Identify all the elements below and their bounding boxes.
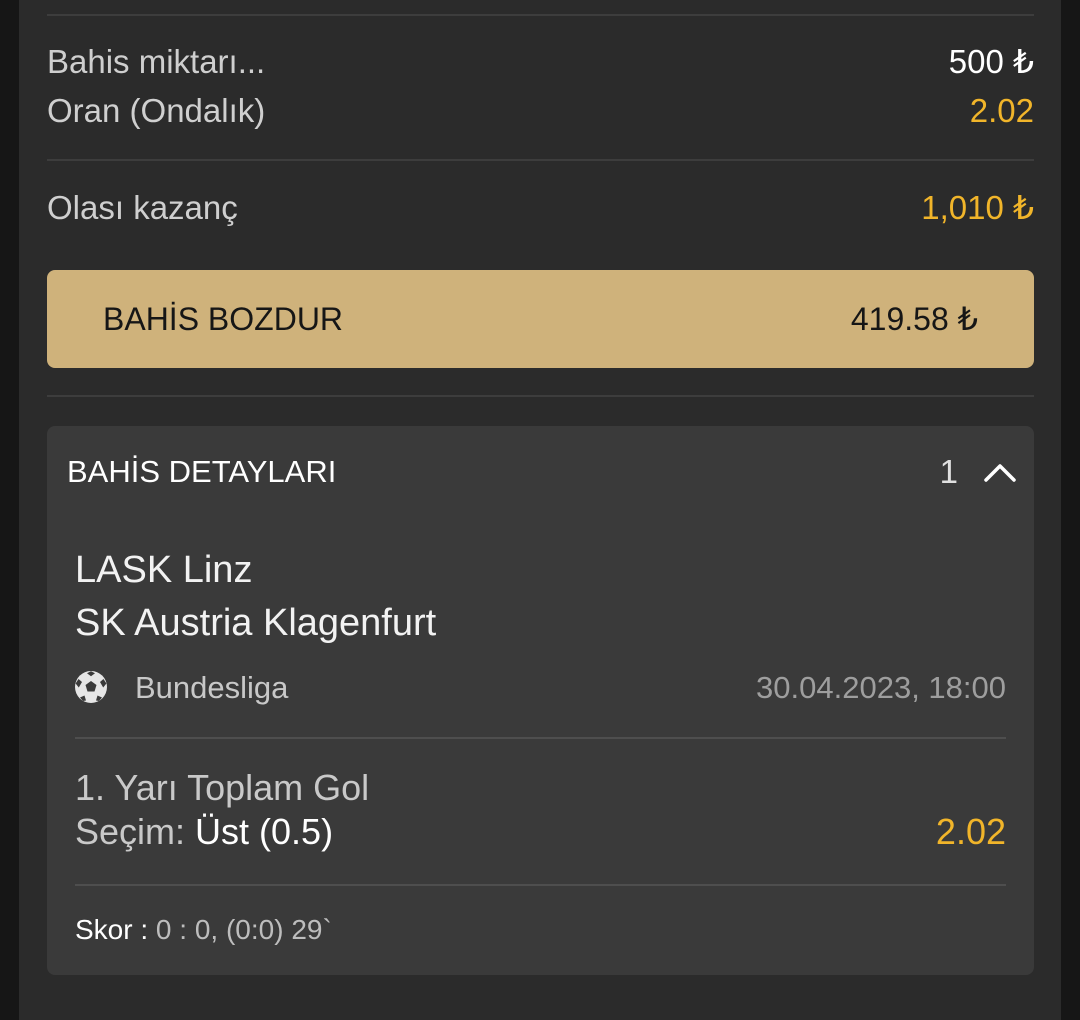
odds-label: Oran (Ondalık)	[47, 92, 266, 129]
league-name: Bundesliga	[135, 670, 289, 705]
selection-value: Üst (0.5)	[195, 811, 334, 852]
soccer-ball-icon	[75, 671, 107, 703]
potential-win-value: 1,010 ₺	[921, 189, 1034, 226]
top-divider	[47, 14, 1034, 16]
team-home: LASK Linz	[75, 549, 253, 591]
details-divider-2	[75, 884, 1006, 886]
summary-divider	[47, 159, 1034, 161]
cashout-label: BAHİS BOZDUR	[103, 301, 344, 337]
potential-win-label: Olası kazanç	[47, 189, 238, 226]
cashout-divider	[47, 395, 1034, 397]
cashout-button[interactable]: BAHİS BOZDUR 419.58 ₺	[47, 270, 1034, 368]
match-datetime: 30.04.2023, 18:00	[756, 670, 1006, 705]
team-away: SK Austria Klagenfurt	[75, 602, 437, 644]
odds-value: 2.02	[969, 92, 1034, 129]
chevron-up-icon[interactable]	[982, 454, 1018, 490]
selection-row: Seçim: Üst (0.5)	[75, 810, 333, 854]
bet-details-card: BAHİS DETAYLARI 1 LASK Linz SK Austria K…	[47, 426, 1034, 975]
stake-value: 500 ₺	[948, 43, 1034, 80]
selection-label: Seçim:	[75, 811, 196, 852]
market-name: 1. Yarı Toplam Gol	[75, 767, 370, 808]
stake-label: Bahis miktarı...	[47, 43, 266, 80]
details-divider-1	[75, 737, 1006, 739]
score-label: Skor :	[75, 914, 156, 945]
selection-odds: 2.02	[935, 811, 1006, 852]
cashout-amount: 419.58 ₺	[850, 301, 978, 337]
score-value: 0 : 0, (0:0) 29`	[155, 914, 332, 945]
bet-details-title: BAHİS DETAYLARI	[67, 454, 337, 489]
score-row: Skor : 0 : 0, (0:0) 29`	[75, 910, 332, 950]
bet-count-badge: 1	[939, 453, 958, 490]
